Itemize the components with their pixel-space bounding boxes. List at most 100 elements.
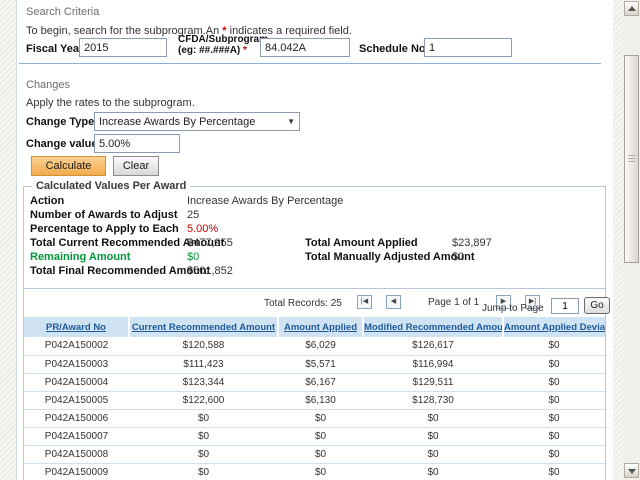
cfda-required-asterisk: * <box>243 45 247 56</box>
number-awards-value: 25 <box>187 209 199 221</box>
search-criteria-title: Search Criteria <box>26 6 99 18</box>
header-amount-applied[interactable]: Amount Applied <box>278 317 363 337</box>
table-cell: $0 <box>503 445 605 463</box>
thumb-grip-icon <box>628 155 635 162</box>
cfda-subprogram-input[interactable] <box>260 38 350 57</box>
table-cell: P042A150008 <box>24 445 129 463</box>
table-cell: $0 <box>503 427 605 445</box>
schedule-no-label: Schedule No* <box>359 43 430 55</box>
vertical-scrollbar[interactable] <box>623 0 640 480</box>
awards-table-header: PR/Award No Current Recommended Amount A… <box>24 317 605 337</box>
cfda-subprogram-label: CFDA/Subprogram (eg: ##.###A) * <box>178 34 268 56</box>
table-cell: $0 <box>503 373 605 391</box>
table-cell: P042A150002 <box>24 337 129 355</box>
scroll-thumb[interactable] <box>624 55 639 263</box>
page-indicator: Page 1 of 1 <box>428 297 479 308</box>
content-area: Search Criteria To begin, search for the… <box>16 0 613 480</box>
table-cell: $123,344 <box>129 373 278 391</box>
table-cell: $120,588 <box>129 337 278 355</box>
table-cell: $0 <box>129 445 278 463</box>
table-cell: P042A150007 <box>24 427 129 445</box>
header-amount-applied-deviation[interactable]: Amount Applied Deviation <box>503 317 605 337</box>
table-cell: $6,029 <box>278 337 363 355</box>
table-cell: $0 <box>503 391 605 409</box>
table-cell: $0 <box>503 337 605 355</box>
table-cell: $0 <box>503 409 605 427</box>
table-cell: $0 <box>278 427 363 445</box>
change-type-label-text: Change Type <box>26 116 94 128</box>
header-pr-award-no[interactable]: PR/Award No <box>24 317 129 337</box>
table-cell: P042A150006 <box>24 409 129 427</box>
table-cell: $129,511 <box>363 373 503 391</box>
change-value-label: Change value* <box>26 138 102 150</box>
cfda-label-line2: (eg: ##.###A) * <box>178 45 268 56</box>
first-page-button[interactable]: |◀ <box>357 295 372 309</box>
percentage-value: 5.00% <box>187 223 218 235</box>
table-cell: P042A150003 <box>24 355 129 373</box>
previous-page-button[interactable]: ◀ <box>386 295 401 309</box>
scroll-up-button[interactable] <box>624 1 639 16</box>
down-arrow-icon <box>628 469 636 474</box>
schedule-no-label-text: Schedule No <box>359 43 426 55</box>
fiscal-year-label-text: Fiscal Year <box>26 43 83 55</box>
change-type-label: Change Type* <box>26 116 99 128</box>
total-manually-adjusted-value: $0 <box>452 251 464 263</box>
table-cell: $0 <box>363 427 503 445</box>
table-cell: P042A150009 <box>24 463 129 480</box>
calculate-button[interactable]: Calculate <box>31 156 106 176</box>
jump-to-page-input[interactable] <box>551 298 579 314</box>
table-cell: $0 <box>503 463 605 480</box>
remaining-amount-value: $0 <box>187 251 199 263</box>
total-final-recommended-label: Total Final Recommended Amount <box>30 265 210 277</box>
percentage-label: Percentage to Apply to Each <box>30 223 179 235</box>
number-awards-label: Number of Awards to Adjust <box>30 209 178 221</box>
table-row: P042A150004$123,344$6,167$129,511$0 <box>24 373 605 391</box>
table-cell: $5,571 <box>278 355 363 373</box>
table-row: P042A150005$122,600$6,130$128,730$0 <box>24 391 605 409</box>
table-row: P042A150009$0$0$0$0 <box>24 463 605 480</box>
total-amount-applied-label: Total Amount Applied <box>305 237 418 249</box>
table-cell: P042A150004 <box>24 373 129 391</box>
jump-to-page-label: Jump to Page <box>482 303 544 314</box>
table-cell: $122,600 <box>129 391 278 409</box>
table-cell: $116,994 <box>363 355 503 373</box>
clear-button[interactable]: Clear <box>113 156 159 176</box>
table-cell: $0 <box>278 463 363 480</box>
header-modified-recommended-amount[interactable]: Modified Recommended Amount <box>363 317 503 337</box>
total-manually-adjusted-label: Total Manually Adjusted Amount <box>305 251 474 263</box>
action-label: Action <box>30 195 64 207</box>
table-row: P042A150003$111,423$5,571$116,994$0 <box>24 355 605 373</box>
total-records-label: Total Records: 25 <box>264 298 342 309</box>
calculated-values-fieldset: Calculated Values Per Award Action Incre… <box>23 186 606 289</box>
changes-instructions: Apply the rates to the subprogram. <box>26 97 195 109</box>
table-cell: $0 <box>129 427 278 445</box>
total-current-recommended-value: $477,955 <box>187 237 233 249</box>
table-cell: $6,130 <box>278 391 363 409</box>
table-cell: $126,617 <box>363 337 503 355</box>
header-current-recommended-amount[interactable]: Current Recommended Amount <box>129 317 278 337</box>
change-value-input[interactable] <box>94 134 180 153</box>
go-button[interactable]: Go <box>584 297 610 314</box>
table-cell: $0 <box>363 409 503 427</box>
table-cell: $0 <box>503 355 605 373</box>
change-type-select[interactable]: Increase Awards By Percentage ▼ <box>94 112 300 131</box>
table-cell: P042A150005 <box>24 391 129 409</box>
table-cell: $111,423 <box>129 355 278 373</box>
awards-table-panel: Total Records: 25 |◀ ◀ Page 1 of 1 ▶ ▶| … <box>23 289 606 480</box>
calculated-values-legend: Calculated Values Per Award <box>32 180 190 192</box>
schedule-no-input[interactable] <box>424 38 512 57</box>
table-row: P042A150007$0$0$0$0 <box>24 427 605 445</box>
table-cell: $6,167 <box>278 373 363 391</box>
table-cell: $0 <box>363 463 503 480</box>
scroll-down-button[interactable] <box>624 463 639 478</box>
total-final-recommended-value: $501,852 <box>187 265 233 277</box>
section-divider <box>19 63 601 64</box>
fiscal-year-input[interactable] <box>79 38 167 57</box>
awards-table: PR/Award No Current Recommended Amount A… <box>24 317 605 480</box>
table-cell: $128,730 <box>363 391 503 409</box>
table-cell: $0 <box>278 445 363 463</box>
changes-title: Changes <box>26 79 70 91</box>
table-cell: $0 <box>129 463 278 480</box>
change-type-selected-value: Increase Awards By Percentage <box>99 116 283 128</box>
cfda-label-line1: CFDA/Subprogram <box>178 34 268 45</box>
